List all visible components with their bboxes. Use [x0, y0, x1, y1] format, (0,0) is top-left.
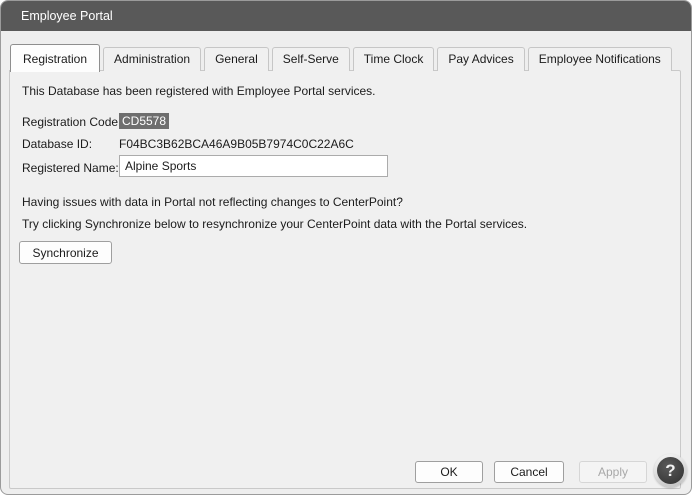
registration-code-value[interactable]: CD5578	[119, 113, 169, 129]
tab-employee-notifications[interactable]: Employee Notifications	[528, 47, 672, 71]
tab-registration[interactable]: Registration	[10, 44, 100, 72]
sync-help-text-line1: Having issues with data in Portal not re…	[22, 195, 403, 209]
tab-general[interactable]: General	[204, 47, 269, 71]
registration-tab-panel: This Database has been registered with E…	[9, 70, 681, 489]
titlebar[interactable]: Employee Portal	[1, 1, 691, 31]
tab-pay-advices[interactable]: Pay Advices	[437, 47, 524, 71]
cancel-button[interactable]: Cancel	[494, 461, 564, 483]
ok-button[interactable]: OK	[415, 461, 483, 483]
window-title: Employee Portal	[21, 9, 113, 23]
tab-bar: Registration Administration General Self…	[10, 44, 675, 71]
apply-button[interactable]: Apply	[579, 461, 647, 483]
synchronize-button[interactable]: Synchronize	[19, 241, 112, 264]
database-id-label: Database ID:	[22, 137, 92, 151]
registered-name-input[interactable]	[119, 155, 388, 177]
question-mark-icon: ?	[657, 457, 684, 484]
database-id-value: F04BC3B62BCA46A9B05B7974C0C22A6C	[119, 137, 354, 151]
employee-portal-dialog: Employee Portal Registration Administrat…	[0, 0, 692, 495]
help-button[interactable]: ?	[654, 454, 687, 487]
registered-status-text: This Database has been registered with E…	[22, 84, 376, 98]
tab-time-clock[interactable]: Time Clock	[353, 47, 435, 71]
sync-help-text-line2: Try clicking Synchronize below to resync…	[22, 217, 527, 231]
registered-name-label: Registered Name:	[22, 161, 119, 175]
tab-self-serve[interactable]: Self-Serve	[272, 47, 350, 71]
tab-administration[interactable]: Administration	[103, 47, 201, 71]
registration-code-label: Registration Code:	[22, 115, 121, 129]
